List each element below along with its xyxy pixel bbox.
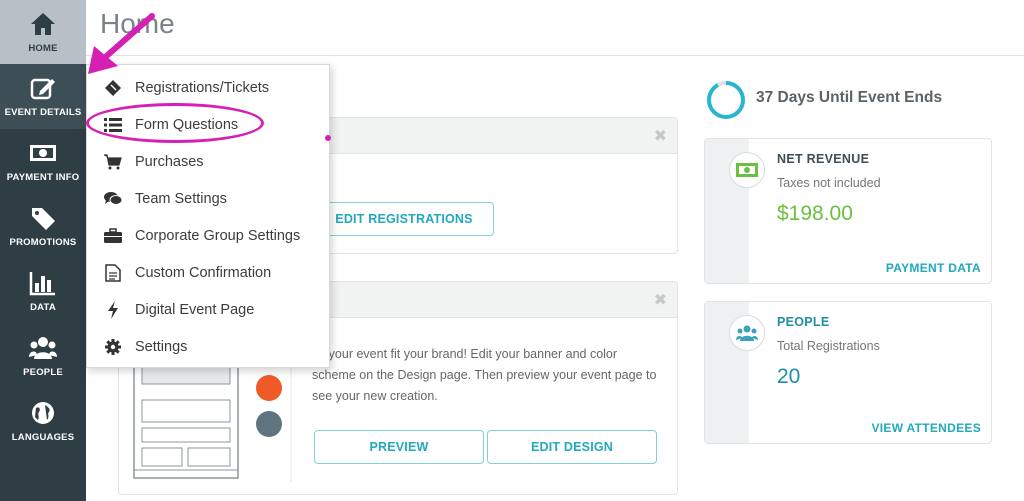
preview-button[interactable]: PREVIEW — [314, 430, 484, 464]
globe-icon — [32, 402, 54, 424]
menu-item-registrations-tickets[interactable]: Registrations/Tickets — [87, 69, 331, 106]
view-attendees-link[interactable]: VIEW ATTENDEES — [871, 421, 981, 435]
close-icon[interactable]: ✖ — [654, 126, 667, 146]
sidebar-item-label: EVENT DETAILS — [4, 107, 82, 118]
sidebar-item-label: PEOPLE — [23, 367, 63, 378]
menu-item-label: Corporate Group Settings — [135, 227, 301, 244]
net-revenue-card: NET REVENUE Taxes not included $198.00 P… — [704, 138, 992, 284]
ticket-icon — [103, 78, 123, 98]
header-divider — [86, 55, 1024, 56]
edit-registrations-button[interactable]: EDIT REGISTRATIONS — [314, 202, 494, 236]
people-title: PEOPLE — [777, 315, 830, 329]
edit-icon — [30, 78, 55, 100]
menu-item-team-settings[interactable]: Team Settings — [87, 180, 331, 217]
sidebar-item-label: DATA — [30, 302, 56, 313]
menu-item-label: Purchases — [135, 153, 204, 170]
menu-item-digital-event-page[interactable]: Digital Event Page — [87, 291, 331, 328]
sidebar-item-event-details[interactable]: EVENT DETAILS — [0, 64, 86, 129]
sidebar-item-home[interactable]: HOME — [0, 0, 86, 64]
net-revenue-title: NET REVENUE — [777, 152, 870, 166]
menu-item-label: Form Questions — [135, 116, 239, 133]
people-card: PEOPLE Total Registrations 20 VIEW ATTEN… — [704, 301, 992, 444]
list-icon — [103, 115, 123, 135]
menu-item-purchases[interactable]: Purchases — [87, 143, 331, 180]
document-icon — [103, 263, 123, 283]
menu-item-label: Settings — [135, 338, 188, 355]
people-icon — [29, 337, 57, 359]
sidebar-item-data[interactable]: DATA — [0, 259, 86, 324]
menu-item-label: Digital Event Page — [135, 301, 255, 318]
sidebar-item-people[interactable]: PEOPLE — [0, 324, 86, 389]
menu-item-custom-confirmation[interactable]: Custom Confirmation — [87, 254, 331, 291]
money-icon — [729, 152, 765, 188]
sidebar-item-label: HOME — [28, 42, 58, 54]
cart-icon — [103, 152, 123, 172]
edit-design-button[interactable]: EDIT DESIGN — [487, 430, 657, 464]
tag-icon — [32, 208, 55, 230]
page-title: Home — [100, 8, 175, 39]
menu-item-settings[interactable]: Settings — [87, 328, 331, 365]
menu-item-corporate-group-settings[interactable]: Corporate Group Settings — [87, 217, 331, 254]
net-revenue-subtitle: Taxes not included — [777, 176, 881, 190]
sidebar-item-label: LANGUAGES — [11, 432, 75, 443]
bolt-icon — [103, 300, 123, 320]
design-description: ke your event fit your brand! Edit your … — [312, 347, 657, 403]
people-icon — [729, 315, 765, 351]
gear-icon — [103, 337, 123, 357]
sidebar-item-label: PROMOTIONS — [9, 237, 77, 248]
menu-item-label: Custom Confirmation — [135, 264, 272, 281]
menu-item-label: Team Settings — [135, 190, 227, 207]
color-swatch-secondary — [256, 411, 282, 437]
menu-item-label: Registrations/Tickets — [135, 79, 270, 96]
payment-data-link[interactable]: PAYMENT DATA — [886, 261, 981, 275]
sidebar: HOME EVENT DETAILS PAYMENT INFO PROMOTIO… — [0, 0, 86, 501]
people-subtitle: Total Registrations — [777, 339, 880, 353]
briefcase-icon — [103, 226, 123, 246]
sidebar-item-languages[interactable]: LANGUAGES — [0, 389, 86, 454]
comments-icon — [103, 189, 123, 209]
money-icon — [30, 145, 56, 161]
sidebar-item-promotions[interactable]: PROMOTIONS — [0, 194, 86, 259]
event-details-menu: Registrations/Tickets Form Questions Pur… — [86, 64, 330, 368]
sidebar-item-payment-info[interactable]: PAYMENT INFO — [0, 129, 86, 194]
menu-item-form-questions[interactable]: Form Questions — [87, 106, 331, 143]
sidebar-item-label: PAYMENT INFO — [6, 172, 80, 183]
bar-chart-icon — [29, 272, 55, 296]
net-revenue-value: $198.00 — [777, 202, 853, 225]
annotation-dot — [325, 135, 331, 141]
home-icon — [31, 12, 55, 35]
close-icon[interactable]: ✖ — [654, 290, 667, 310]
countdown-text: 37 Days Until Event Ends — [756, 89, 943, 106]
countdown-ring — [707, 81, 745, 119]
people-value: 20 — [777, 365, 801, 388]
color-swatch-primary — [256, 375, 282, 401]
